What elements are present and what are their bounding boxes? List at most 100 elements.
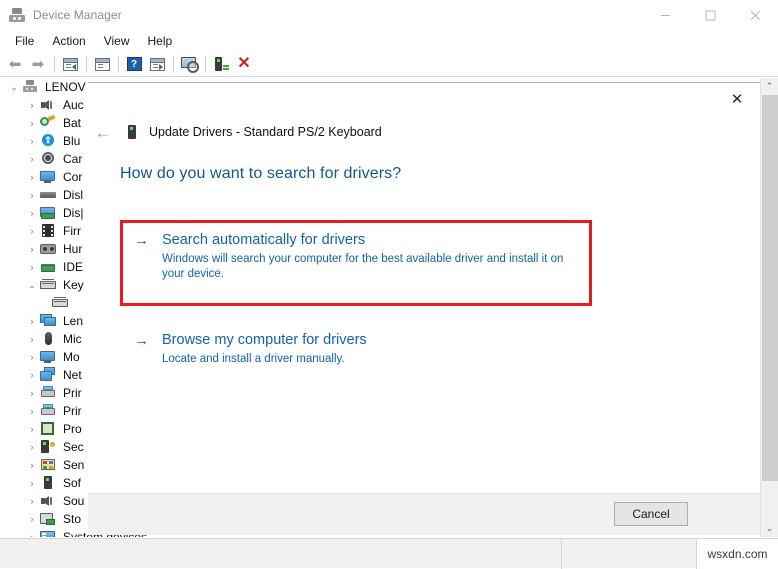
scan-for-hardware-changes-icon[interactable] — [178, 53, 200, 75]
forward-icon[interactable]: ➡ — [27, 53, 49, 75]
chevron-right-icon[interactable]: › — [24, 460, 40, 470]
option-description: Windows will search your computer for th… — [162, 253, 564, 280]
chevron-right-icon[interactable]: › — [24, 406, 40, 416]
tree-item-label: Sou — [63, 494, 85, 508]
chevron-right-icon[interactable]: › — [24, 388, 40, 398]
window-controls — [643, 0, 778, 30]
tree-item-label: Dis| — [63, 206, 84, 220]
option-title[interactable]: Browse my computer for drivers — [162, 331, 574, 350]
scrollbar-up-arrow-icon[interactable]: ⌃ — [761, 78, 778, 95]
chevron-down-icon[interactable]: ⌄ — [6, 82, 22, 92]
toolbar-separator — [205, 56, 206, 72]
tree-item-label: Prir — [63, 386, 82, 400]
menu-file[interactable]: File — [6, 32, 43, 50]
dialog-header: ← Update Drivers - Standard PS/2 Keyboar… — [88, 119, 760, 145]
update-driver-icon[interactable] — [146, 53, 168, 75]
tree-item-label: IDE — [63, 260, 84, 274]
option-title[interactable]: Search automatically for drivers — [162, 231, 574, 250]
computer-root-icon — [22, 79, 40, 95]
scrollbar-down-arrow-icon[interactable]: ⌄ — [761, 520, 778, 537]
monitor-icon — [40, 349, 58, 365]
toolbar: ⬅ ➡ ? ✕ — [0, 52, 778, 77]
chevron-right-icon[interactable]: › — [24, 496, 40, 506]
chevron-right-icon[interactable]: › — [24, 262, 40, 272]
keyboard-icon — [40, 277, 58, 293]
dialog-title: Update Drivers - Standard PS/2 Keyboard — [149, 125, 382, 139]
tree-item-label: Bat — [63, 116, 82, 130]
uninstall-device-icon[interactable]: ✕ — [233, 53, 255, 75]
security-device-icon — [40, 439, 58, 455]
window-title: Device Manager — [33, 8, 122, 22]
menu-action[interactable]: Action — [43, 32, 94, 50]
chevron-right-icon[interactable]: › — [24, 316, 40, 326]
option-browse-my-computer[interactable]: → Browse my computer for drivers Locate … — [134, 331, 574, 367]
menu-bar: File Action View Help — [0, 30, 778, 52]
arrow-right-icon: → — [134, 232, 149, 249]
computer-icon — [40, 169, 58, 185]
chevron-right-icon[interactable]: › — [24, 118, 40, 128]
tree-item-label: LENOV — [45, 80, 86, 94]
help-icon[interactable]: ? — [123, 53, 145, 75]
chevron-right-icon[interactable]: › — [24, 334, 40, 344]
option-description: Locate and install a driver manually. — [162, 353, 345, 365]
properties-icon[interactable] — [91, 53, 113, 75]
network-adapter-icon — [40, 367, 58, 383]
chevron-right-icon[interactable]: › — [24, 478, 40, 488]
chevron-right-icon[interactable]: › — [24, 190, 40, 200]
processor-icon — [40, 421, 58, 437]
chevron-right-icon[interactable]: › — [24, 226, 40, 236]
status-bar: wsxdn.com — [0, 538, 778, 569]
scrollbar-thumb[interactable] — [762, 95, 778, 481]
dialog-close-button[interactable]: ✕ — [722, 86, 752, 112]
close-button[interactable] — [733, 0, 778, 30]
device-icon — [124, 124, 140, 140]
storage-controller-icon — [40, 511, 58, 527]
printer-icon — [40, 385, 58, 401]
back-arrow-icon[interactable]: ← — [90, 119, 116, 145]
chevron-right-icon[interactable]: › — [24, 514, 40, 524]
maximize-button[interactable] — [688, 0, 733, 30]
chevron-right-icon[interactable]: › — [24, 244, 40, 254]
tree-item-label: Disl — [63, 188, 83, 202]
show-hide-console-tree-icon[interactable] — [59, 53, 81, 75]
chevron-right-icon[interactable]: › — [24, 442, 40, 452]
watermark-pane: wsxdn.com — [697, 538, 778, 569]
tree-item-label: Sto — [63, 512, 82, 526]
toolbar-separator — [173, 56, 174, 72]
chevron-right-icon[interactable]: › — [24, 370, 40, 380]
option-search-automatically[interactable]: → Search automatically for drivers Windo… — [134, 231, 574, 282]
system-devices-icon — [40, 529, 58, 537]
chevron-right-icon[interactable]: › — [24, 100, 40, 110]
back-icon[interactable]: ⬅ — [4, 53, 26, 75]
tree-item-label: Key — [63, 278, 84, 292]
print-queue-icon — [40, 403, 58, 419]
chevron-right-icon[interactable]: › — [24, 154, 40, 164]
tree-item-label: Auc — [63, 98, 84, 112]
update-drivers-dialog: ✕ ← Update Drivers - Standard PS/2 Keybo… — [88, 82, 760, 535]
camera-icon — [40, 151, 58, 167]
tree-item-label: Cor — [63, 170, 83, 184]
menu-view[interactable]: View — [95, 32, 139, 50]
chevron-right-icon[interactable]: › — [24, 172, 40, 182]
menu-help[interactable]: Help — [139, 32, 182, 50]
mouse-icon — [40, 331, 58, 347]
chevron-right-icon[interactable]: › — [24, 352, 40, 362]
uninstall-x-glyph: ✕ — [237, 55, 251, 72]
tree-scrollbar[interactable]: ⌃ ⌄ — [760, 78, 778, 537]
chevron-right-icon[interactable]: › — [24, 136, 40, 146]
tree-item-label: Mic — [63, 332, 82, 346]
chevron-right-icon[interactable]: › — [24, 424, 40, 434]
chevron-right-icon[interactable]: › — [24, 208, 40, 218]
minimize-button[interactable] — [643, 0, 688, 30]
firmware-icon — [40, 223, 58, 239]
cancel-button[interactable]: Cancel — [614, 502, 688, 526]
enable-device-icon[interactable] — [210, 53, 232, 75]
chevron-right-icon[interactable]: › — [24, 532, 40, 537]
tree-item-label: Hur — [63, 242, 83, 256]
help-glyph: ? — [126, 57, 142, 71]
toolbar-separator — [54, 56, 55, 72]
device-manager-icon — [9, 7, 25, 23]
bluetooth-icon: ⇪ — [40, 133, 58, 149]
chevron-down-icon[interactable]: ⌄ — [24, 280, 40, 290]
title-bar: Device Manager — [0, 0, 778, 30]
